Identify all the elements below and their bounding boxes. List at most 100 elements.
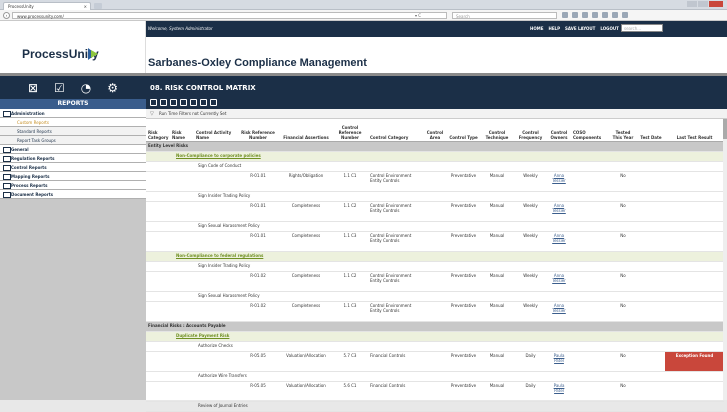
column-header[interactable]: Control Type (447, 119, 480, 142)
table-cell[interactable]: Paula Patel (547, 381, 571, 402)
table-cell (194, 381, 236, 402)
reload-icon[interactable]: ▾ C (415, 13, 421, 18)
column-header[interactable]: Control Technique (480, 119, 514, 142)
clipboard-icon[interactable] (572, 12, 578, 18)
table-cell (637, 271, 665, 292)
table-cell[interactable]: Paula Patel (547, 351, 571, 372)
table-cell (571, 301, 609, 322)
new-tab-button[interactable] (94, 3, 102, 9)
column-header[interactable]: Control Area (423, 119, 447, 142)
undo-icon[interactable] (180, 99, 187, 106)
column-header[interactable]: Control Category (368, 119, 423, 142)
table-cell (665, 381, 724, 402)
star-icon[interactable] (562, 12, 568, 18)
download-icon[interactable] (582, 12, 588, 18)
column-header[interactable]: Control Reference Number (332, 119, 368, 142)
nav-help[interactable]: HELP (548, 26, 560, 31)
back-icon[interactable]: ‹ (3, 12, 10, 19)
table-cell (146, 271, 170, 292)
sidebar-item-mapping-reports[interactable]: Mapping Reports (0, 172, 146, 181)
document-icon[interactable] (210, 99, 217, 106)
app-search-input[interactable]: search... (621, 24, 663, 32)
column-header[interactable]: Risk Reference Number (236, 119, 280, 142)
export-icon[interactable] (200, 99, 207, 106)
home-icon[interactable] (592, 12, 598, 18)
column-header[interactable]: Tested This Year (609, 119, 637, 142)
extension-icon[interactable] (602, 12, 608, 18)
table-cell (146, 171, 170, 192)
sidebar-item-process-reports[interactable]: Process Reports (0, 181, 146, 190)
table-row: R-01.02 Completeness 1.1 C2 Control Environ… (146, 271, 724, 292)
table-cell[interactable]: Anna Tessier (547, 301, 571, 322)
table-cell: Financial Controls (368, 381, 423, 402)
column-header[interactable]: Risk Category (146, 119, 170, 142)
reports-clock-icon[interactable]: ◔ (81, 82, 91, 94)
add-icon[interactable] (150, 99, 157, 106)
table-cell: Completeness (280, 301, 332, 322)
table-cell: R-01.02 (236, 301, 280, 322)
column-header[interactable]: COSO Components (571, 119, 609, 142)
table-row: Sign Sexual Harassment Policy (146, 291, 724, 302)
table-row: R-05.05 Valuation/Allocation 5.7 C3 Financi… (146, 351, 724, 372)
table-cell: Completeness (280, 231, 332, 252)
column-header[interactable]: Control Frequency (514, 119, 547, 142)
close-tab-icon[interactable]: × (84, 4, 87, 9)
table-cell: Control Environment Entity Controls (368, 271, 423, 292)
column-header[interactable]: Control Owners (547, 119, 571, 142)
column-header[interactable]: Last Test Result (665, 119, 724, 142)
main-panel: 08. RISK CONTROL MATRIX Run Time Filters… (146, 76, 727, 412)
table-cell: Weekly (514, 271, 547, 292)
minimize-icon[interactable] (687, 1, 697, 7)
sidebar-item-custom-reports[interactable]: Custom Reports (0, 118, 146, 127)
table-cell: R-05.05 (236, 351, 280, 372)
menu-icon[interactable] (622, 12, 628, 18)
table-cell[interactable]: Anna Tessier (547, 171, 571, 192)
column-header[interactable]: Control Activity Name (194, 119, 236, 142)
column-header[interactable]: Risk Name (170, 119, 194, 142)
risk-name-link[interactable]: Duplicate Payment Risk (146, 331, 724, 342)
table-cell (423, 271, 447, 292)
table-cell: No (609, 381, 637, 402)
scrollbar[interactable] (723, 119, 727, 400)
scrollbar-thumb[interactable] (723, 119, 727, 139)
table-cell (637, 171, 665, 192)
settings-gear-icon[interactable]: ⚙ (107, 82, 118, 94)
table-cell: R-01.02 (236, 271, 280, 292)
browser-tab-bar: ProcessUnity × (0, 0, 727, 10)
filter-bar[interactable]: Run Time Filters not Currently Set (146, 109, 727, 119)
sidebar-item-administration[interactable]: Administration (0, 109, 146, 118)
sidebar-item-report-task-groups[interactable]: Report Task Groups (0, 136, 146, 145)
table-cell: Preventative (447, 201, 480, 222)
table-cell[interactable]: Anna Tessier (547, 271, 571, 292)
sidebar-item-document-reports[interactable]: Document Reports (0, 190, 146, 199)
nav-save-layout[interactable]: SAVE LAYOUT (565, 26, 595, 31)
maximize-icon[interactable] (698, 1, 708, 7)
sidebar-item-control-reports[interactable]: Control Reports (0, 163, 146, 172)
column-header[interactable]: Financial Assertions (280, 119, 332, 142)
nav-logout[interactable]: LOGOUT (600, 26, 618, 31)
email-icon[interactable] (170, 99, 177, 106)
table-cell: Preventative (447, 171, 480, 192)
checklist-icon[interactable]: ☑ (54, 82, 65, 94)
risk-name-link[interactable]: Non-Compliance to corporate policies (146, 151, 724, 162)
table-cell (423, 381, 447, 402)
sidebar-item-standard-reports[interactable]: Standard Reports (0, 127, 146, 136)
browser-search-input[interactable]: Search (452, 12, 557, 19)
table-cell[interactable]: Anna Tessier (547, 201, 571, 222)
sidebar-item-general[interactable]: General (0, 145, 146, 154)
mail-icon[interactable] (612, 12, 618, 18)
browser-navbar: ‹ www.processunity.com/ ▾ C Search (0, 10, 727, 21)
print-icon[interactable] (160, 99, 167, 106)
top-nav: HOME HELP SAVE LAYOUT LOGOUT (530, 26, 619, 31)
sidebar-item-regulation-reports[interactable]: Regulation Reports (0, 154, 146, 163)
address-bar[interactable]: www.processunity.com/ (12, 12, 447, 19)
table-cell: No (609, 171, 637, 192)
warning-icon[interactable] (190, 99, 197, 106)
nav-home[interactable]: HOME (530, 26, 543, 31)
risk-name-link[interactable]: Non-Compliance to federal regulations (146, 251, 724, 262)
browser-tab[interactable]: ProcessUnity × (3, 2, 91, 10)
table-cell[interactable]: Anna Tessier (547, 231, 571, 252)
inbox-icon[interactable]: ⊠ (28, 82, 38, 94)
column-header[interactable]: Test Date (637, 119, 665, 142)
close-window-icon[interactable] (709, 1, 723, 7)
